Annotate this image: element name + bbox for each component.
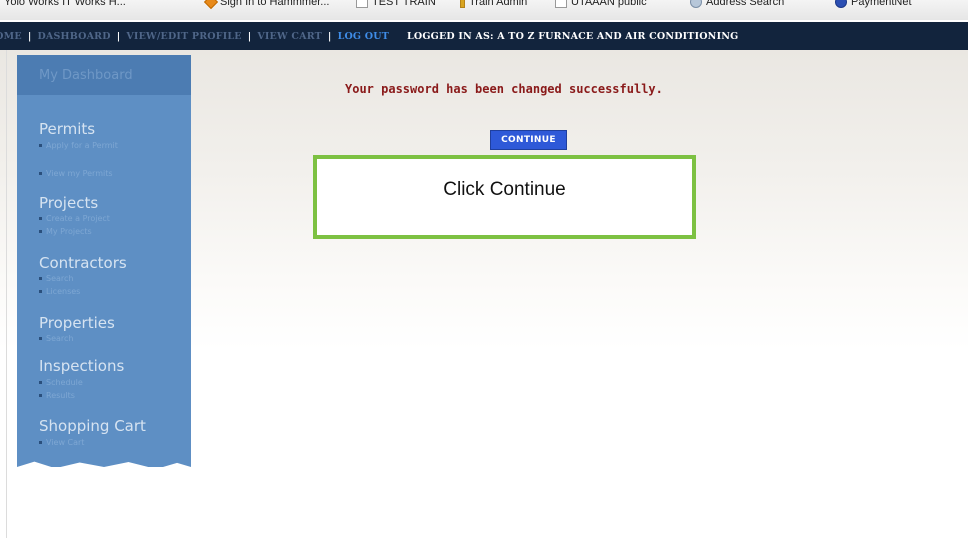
sidebar-item-contractors[interactable]: Contractors xyxy=(39,254,127,272)
bookmark-item[interactable]: TEST TRAIN xyxy=(356,0,436,8)
sidebar-subitem[interactable]: Apply for a Permit xyxy=(39,141,118,150)
instruction-callout: Click Continue xyxy=(313,155,696,239)
bookmark-item[interactable]: Train Admin xyxy=(460,0,527,8)
sidebar-item-projects[interactable]: Projects xyxy=(39,194,98,212)
sidebar-subitem[interactable]: My Projects xyxy=(39,227,92,236)
bookmark-item[interactable]: Yolo Works IT Works H... xyxy=(0,0,126,8)
pay-icon xyxy=(835,0,847,8)
bullet-icon xyxy=(39,290,42,293)
sidebar-item-properties[interactable]: Properties xyxy=(39,314,115,332)
bullet-icon xyxy=(39,144,42,147)
sidebar-header[interactable]: My Dashboard xyxy=(17,55,191,95)
sidebar-subitem[interactable]: View Cart xyxy=(39,438,84,447)
callout-text: Click Continue xyxy=(443,179,566,200)
sidebar-item-shopping-cart[interactable]: Shopping Cart xyxy=(39,417,146,435)
sidebar-subitem[interactable]: Create a Project xyxy=(39,214,110,223)
bullet-icon xyxy=(39,230,42,233)
bullet-icon xyxy=(39,337,42,340)
nav-home-link[interactable]: HOME xyxy=(0,31,22,42)
sidebar-subitem[interactable]: Schedule xyxy=(39,378,83,387)
bookmark-item[interactable]: UTAAAN public xyxy=(555,0,647,8)
nav-separator: | xyxy=(116,30,121,42)
sidebar-subitem[interactable]: Search xyxy=(39,334,73,343)
nav-separator: | xyxy=(27,30,32,42)
bookmarks-bar: Yolo Works IT Works H... Sign In to Hamm… xyxy=(0,0,968,20)
top-nav: HOME | DASHBOARD | VIEW/EDIT PROFILE | V… xyxy=(0,22,968,50)
bullet-icon xyxy=(39,441,42,444)
bullet-icon xyxy=(39,172,42,175)
bullet-icon xyxy=(39,394,42,397)
bookmark-item[interactable]: Address Search xyxy=(690,0,784,8)
sidebar-subitem[interactable]: Licenses xyxy=(39,287,80,296)
bullet-icon xyxy=(39,277,42,280)
page-icon xyxy=(555,0,567,8)
sidebar-subitem[interactable]: Search xyxy=(39,274,73,283)
pin-icon xyxy=(460,0,465,8)
sidebar-subitem[interactable]: Results xyxy=(39,391,75,400)
success-message: Your password has been changed successfu… xyxy=(345,82,663,96)
diamond-icon xyxy=(203,0,219,10)
sidebar-item-inspections[interactable]: Inspections xyxy=(39,357,124,375)
nav-cart-link[interactable]: VIEW CART xyxy=(257,31,322,42)
nav-profile-link[interactable]: VIEW/EDIT PROFILE xyxy=(126,31,241,42)
bullet-icon xyxy=(39,381,42,384)
page-icon xyxy=(356,0,368,8)
nav-separator: | xyxy=(327,30,332,42)
nav-logout-link[interactable]: LOG OUT xyxy=(338,31,389,42)
bookmark-item[interactable]: PaymentNet xyxy=(835,0,912,8)
sidebar: My Dashboard Permits Apply for a Permit … xyxy=(17,55,191,467)
sidebar-subitem[interactable]: View my Permits xyxy=(39,169,113,178)
globe-icon xyxy=(690,0,702,8)
divider xyxy=(6,50,7,538)
logged-in-text: LOGGED IN AS: A TO Z FURNACE AND AIR CON… xyxy=(406,30,739,42)
bullet-icon xyxy=(39,217,42,220)
nav-dashboard-link[interactable]: DASHBOARD xyxy=(37,31,110,42)
bookmark-item[interactable]: Sign In to Hammmer... xyxy=(203,0,329,10)
nav-separator: | xyxy=(247,30,252,42)
continue-button[interactable]: CONTINUE xyxy=(490,130,567,150)
sidebar-item-permits[interactable]: Permits xyxy=(39,120,95,138)
